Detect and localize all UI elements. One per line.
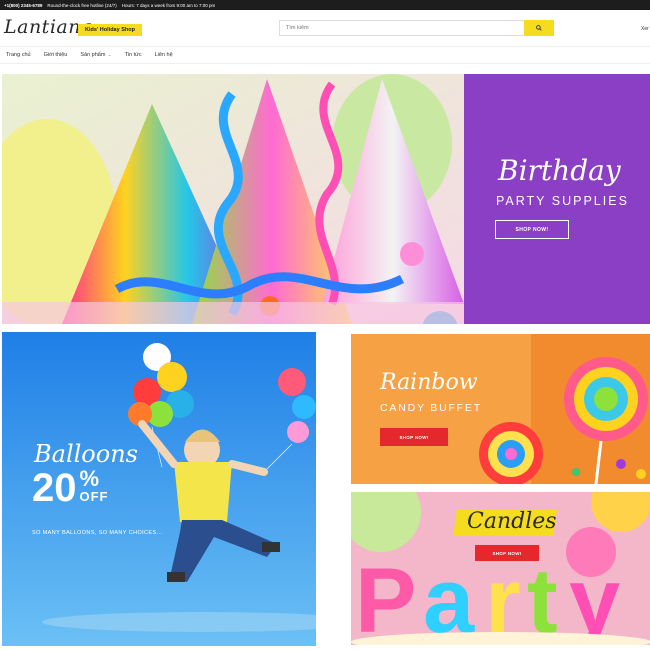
search-input[interactable] (279, 20, 525, 36)
shop-badge: Kids' Holiday Shop (78, 24, 142, 36)
party-letter-p: P (355, 550, 416, 645)
party-letter-r: r (485, 550, 521, 645)
party-letter-a: a (423, 550, 475, 645)
balloons-title: Balloons (34, 440, 138, 468)
search-icon (536, 25, 542, 31)
rainbow-banner[interactable]: Rainbow CANDY BUFFET SHOP NOW! (351, 334, 650, 484)
phone-number[interactable]: +1(800) 2345-6789 (4, 3, 42, 8)
nav-item-products[interactable]: Sản phẩm ⌄ (80, 52, 111, 58)
main-nav: Trang chủ Giới thiệu Sản phẩm ⌄ Tin tức L… (0, 46, 650, 64)
discount-badge: 20 % OFF (32, 466, 109, 510)
party-letter-y: y (569, 550, 620, 645)
candles-shop-button[interactable]: SHOP NOW! (475, 545, 539, 561)
chevron-down-icon: ⌄ (107, 52, 112, 58)
birthday-subtitle: PARTY SUPPLIES (496, 194, 629, 208)
birthday-shop-button[interactable]: SHOP NOW! (495, 220, 569, 239)
account-link[interactable]: Xer (641, 26, 649, 32)
nav-item-news[interactable]: Tin tức (125, 52, 142, 58)
nav-item-contact[interactable]: Liên hệ (155, 52, 173, 58)
rainbow-title: Rainbow (380, 370, 478, 395)
candles-title: Candles (467, 509, 557, 534)
party-letter-t: t (527, 550, 558, 645)
nav-item-home[interactable]: Trang chủ (6, 52, 31, 58)
rainbow-shop-button[interactable]: SHOP NOW! (380, 428, 448, 446)
hours-text: Hours: 7 days a week from 9:00 am to 7:0… (121, 2, 216, 8)
search-button[interactable] (524, 20, 554, 36)
discount-number: 20 (32, 466, 77, 510)
hotline-text: Round-the-clock free hotline (24/7) (47, 2, 117, 8)
balloons-banner[interactable]: Balloons 20 % OFF SO MANY BALLOONS, SO M… (2, 332, 316, 646)
top-info-bar: +1(800) 2345-6789 Round-the-clock free h… (0, 0, 650, 10)
balloons-tagline: SO MANY BALLOONS, SO MANY CHOICES... (32, 530, 163, 536)
candles-banner[interactable]: P a r t y Candles SHOP NOW! (351, 492, 650, 645)
birthday-title: Birthday (498, 154, 621, 187)
rainbow-subtitle: CANDY BUFFET (380, 402, 482, 414)
nav-item-about[interactable]: Giới thiệu (44, 52, 68, 58)
discount-off: OFF (79, 489, 109, 504)
birthday-banner[interactable]: Birthday PARTY SUPPLIES SHOP NOW! (2, 74, 650, 324)
discount-percent: % (79, 466, 100, 491)
